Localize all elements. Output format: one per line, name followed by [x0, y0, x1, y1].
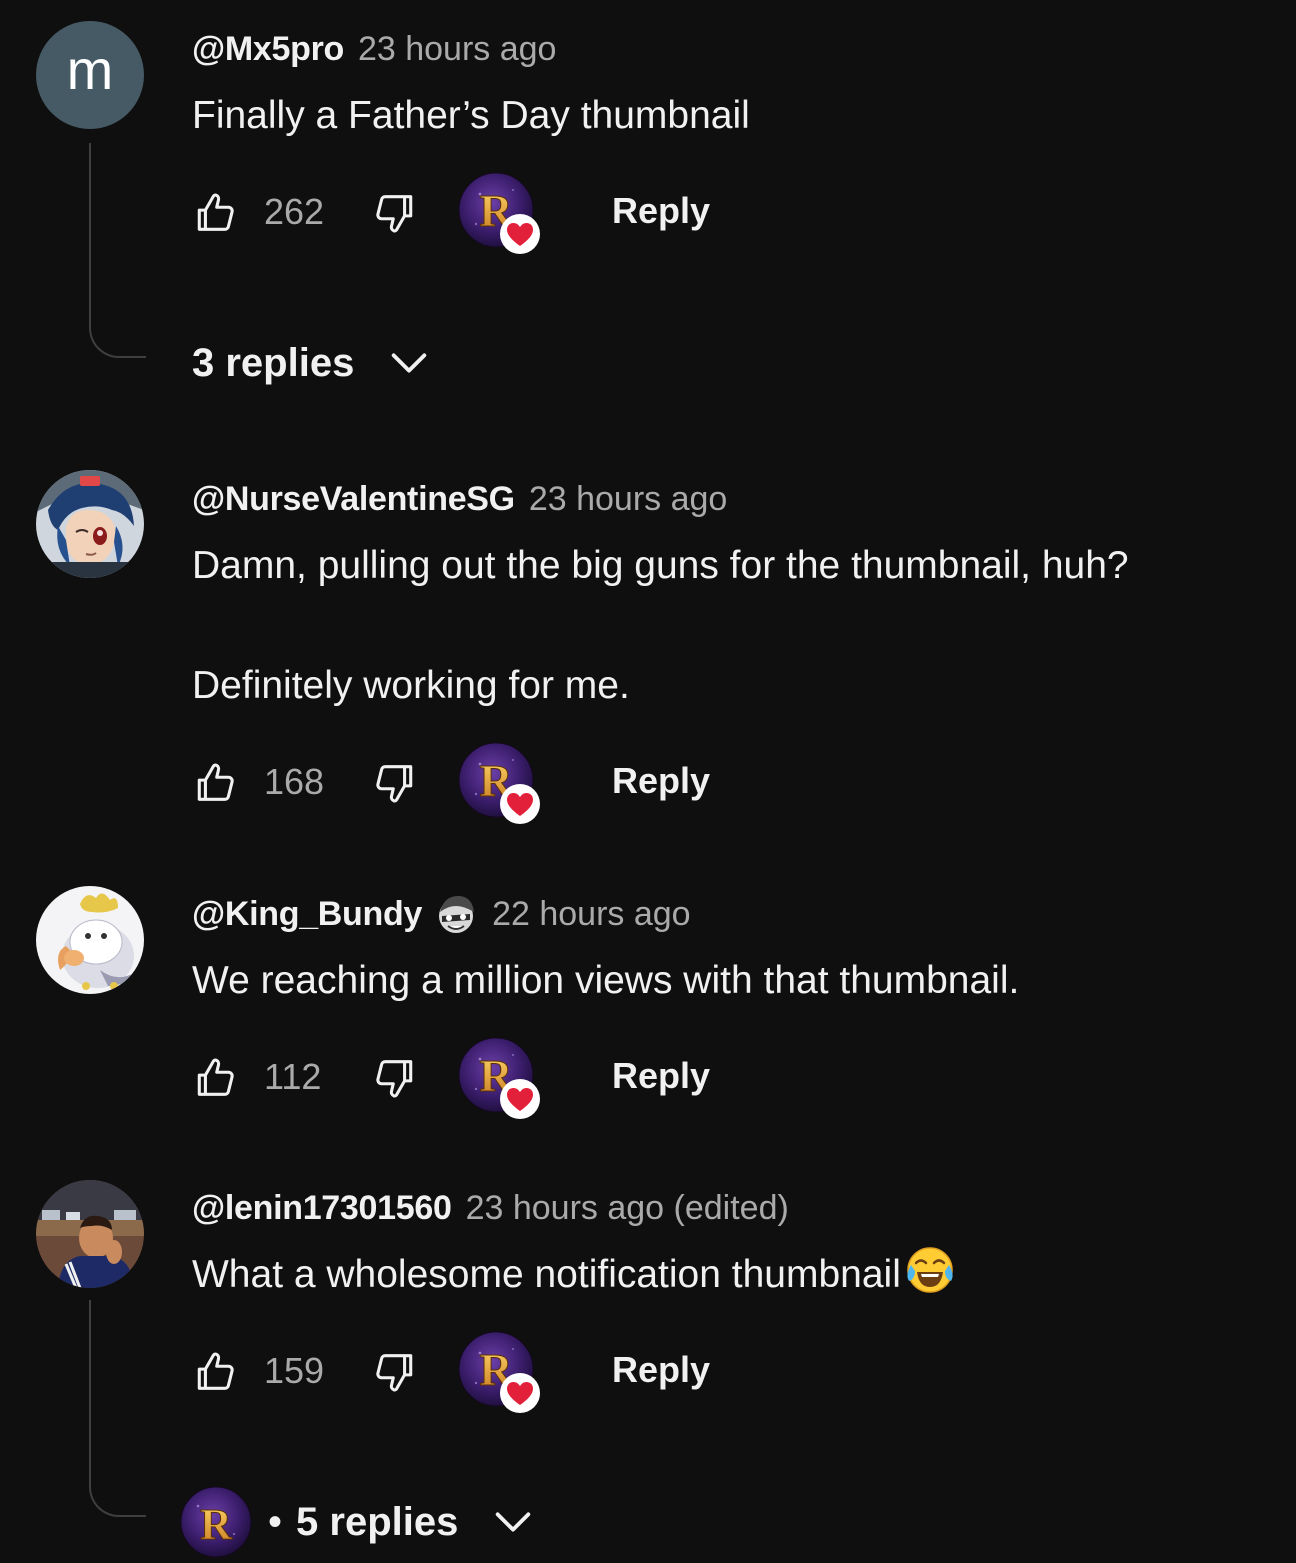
creator-reply-avatar-icon	[180, 1486, 252, 1558]
comment-header: @lenin17301560 23 hours ago (edited)	[192, 1184, 789, 1232]
like-count: 262	[264, 191, 325, 232]
tears-of-joy-emoji-icon	[907, 1247, 953, 1293]
author-name[interactable]: @NurseValentineSG	[192, 480, 515, 519]
like-icon[interactable]	[192, 760, 238, 806]
like-count: 112	[264, 1056, 322, 1097]
comment-text-line: Definitely working for me.	[192, 664, 630, 707]
creator-heart-icon	[458, 1037, 544, 1123]
like-icon[interactable]	[192, 190, 238, 236]
comment-actions: 168 Reply	[192, 742, 752, 822]
comment-text: We reaching a million views with that th…	[192, 951, 1019, 1011]
thread-line	[89, 143, 91, 326]
dislike-icon[interactable]	[372, 190, 418, 236]
view-replies-button[interactable]: 3 replies	[192, 335, 432, 391]
replies-count-label: 3 replies	[192, 340, 355, 385]
like-count: 168	[264, 761, 325, 802]
chevron-down-icon	[490, 1499, 536, 1545]
reply-button[interactable]: Reply	[612, 188, 710, 234]
comment-text: Finally a Father’s Day thumbnail	[192, 86, 750, 146]
reply-button[interactable]: Reply	[612, 1347, 710, 1393]
dislike-icon[interactable]	[372, 1349, 418, 1395]
comment-text-line: Damn, pulling out the big guns for the t…	[192, 544, 1129, 587]
creator-heart-icon	[458, 1331, 544, 1417]
comment-text-content: What a wholesome notification thumbnail	[192, 1253, 901, 1296]
thread-curve	[89, 1479, 146, 1517]
dislike-icon[interactable]	[372, 1055, 418, 1101]
thread-line	[89, 1300, 91, 1485]
chevron-down-icon	[386, 340, 432, 386]
reply-button[interactable]: Reply	[612, 1053, 710, 1099]
comment-timestamp[interactable]: 23 hours ago	[358, 30, 557, 69]
replies-count-label: 5 replies	[296, 1499, 459, 1544]
comment-header: @NurseValentineSG 23 hours ago	[192, 475, 727, 523]
comment-actions: 159 Reply	[192, 1331, 752, 1411]
comment-actions: 262 Reply	[192, 172, 752, 252]
like-icon[interactable]	[192, 1349, 238, 1395]
reply-button[interactable]: Reply	[612, 758, 710, 804]
dislike-icon[interactable]	[372, 760, 418, 806]
comment-text: Damn, pulling out the big guns for the t…	[192, 536, 1129, 716]
view-replies-button[interactable]: • 5 replies	[192, 1494, 536, 1550]
author-name[interactable]: @lenin17301560	[192, 1189, 452, 1228]
comment-text-line: What a wholesome notification thumbnail	[192, 1245, 955, 1305]
comment-header: @Mx5pro 23 hours ago	[192, 25, 556, 73]
creator-heart-icon	[458, 172, 544, 258]
comment-text-line: We reaching a million views with that th…	[192, 959, 1020, 1002]
author-name[interactable]: @King_Bundy	[192, 895, 422, 934]
thread-curve	[89, 320, 146, 358]
like-count: 159	[264, 1350, 325, 1391]
comment-timestamp[interactable]: 23 hours ago	[529, 480, 728, 519]
avatar-nursevalentinesg[interactable]	[36, 470, 144, 578]
separator-dot: •	[268, 1499, 283, 1544]
comment-timestamp[interactable]: 23 hours ago (edited)	[466, 1189, 789, 1228]
creator-heart-icon	[458, 742, 544, 828]
avatar-letter: m	[66, 38, 114, 101]
comment-timestamp[interactable]: 22 hours ago	[492, 895, 691, 934]
comment-header: @King_Bundy 22 hours ago	[192, 890, 691, 938]
avatar-king-bundy[interactable]	[36, 886, 144, 994]
comment-actions: 112 Reply	[192, 1037, 752, 1117]
member-badge-icon	[439, 896, 475, 933]
like-icon[interactable]	[192, 1055, 238, 1101]
comment-text: What a wholesome notification thumbnail	[192, 1245, 955, 1305]
avatar-lenin17301560[interactable]	[36, 1180, 144, 1288]
avatar-mx5pro[interactable]: m	[36, 21, 144, 129]
author-name[interactable]: @Mx5pro	[192, 30, 344, 69]
comment-text-line: Finally a Father’s Day thumbnail	[192, 94, 750, 137]
